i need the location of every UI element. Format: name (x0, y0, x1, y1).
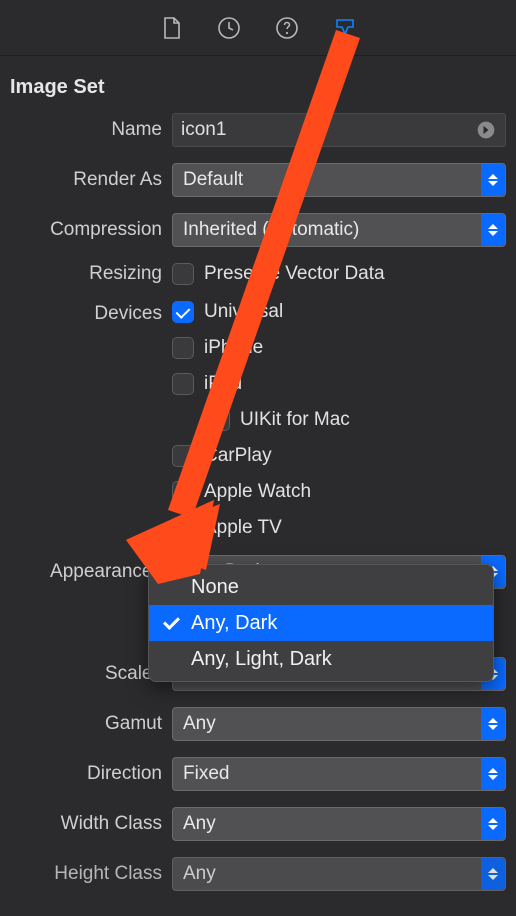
form-rows: Name icon1 Render As Default (0, 113, 516, 891)
compression-value: Inherited (Automatic) (183, 219, 359, 241)
section-header: Image Set (0, 56, 516, 113)
preserve-vector-label: Preserve Vector Data (204, 263, 385, 285)
menu-item-label: None (191, 576, 239, 599)
stepper-icon (481, 858, 505, 890)
device-item: CarPlay (172, 445, 350, 467)
menu-item-label: Any, Dark (191, 612, 277, 635)
stepper-icon (481, 214, 505, 246)
device-item: Apple Watch (172, 481, 350, 503)
device-item: Apple TV (172, 517, 350, 539)
stepper-icon (481, 164, 505, 196)
download-tab-icon[interactable] (333, 16, 357, 40)
devices-label: Devices (10, 301, 162, 325)
device-checkbox-uikit-mac[interactable] (208, 409, 230, 431)
resizing-label: Resizing (10, 263, 162, 285)
height-class-label: Height Class (10, 863, 162, 885)
device-label: iPhone (204, 337, 263, 359)
history-tab-icon[interactable] (217, 16, 241, 40)
render-as-select[interactable]: Default (172, 163, 506, 197)
device-item: UIKit for Mac (208, 409, 350, 431)
height-class-value: Any (183, 863, 216, 885)
menu-item-any-light-dark[interactable]: Any, Light, Dark (149, 641, 493, 677)
width-class-label: Width Class (10, 813, 162, 835)
width-class-select[interactable]: Any (172, 807, 506, 841)
gamut-label: Gamut (10, 713, 162, 735)
gamut-select[interactable]: Any (172, 707, 506, 741)
render-as-label: Render As (10, 169, 162, 191)
gamut-value: Any (183, 713, 216, 735)
width-class-value: Any (183, 813, 216, 835)
stepper-icon (481, 708, 505, 740)
name-field[interactable]: icon1 (172, 113, 506, 147)
stepper-icon (481, 808, 505, 840)
name-jump-icon[interactable] (475, 119, 497, 141)
stepper-icon (481, 758, 505, 790)
device-checkbox-ipad[interactable] (172, 373, 194, 395)
inspector-tabbar (0, 0, 516, 56)
compression-label: Compression (10, 219, 162, 241)
device-checkbox-applewatch[interactable] (172, 481, 194, 503)
device-item: iPhone (172, 337, 350, 359)
device-checkbox-iphone[interactable] (172, 337, 194, 359)
appearances-label: Appearances (10, 561, 162, 583)
device-checkbox-carplay[interactable] (172, 445, 194, 467)
device-label: CarPlay (204, 445, 272, 467)
name-value: icon1 (181, 119, 475, 141)
devices-list: Universal iPhone iPad UIKit for Mac (172, 301, 350, 539)
device-checkbox-universal[interactable] (172, 301, 194, 323)
menu-item-none[interactable]: None (149, 569, 493, 605)
height-class-select[interactable]: Any (172, 857, 506, 891)
direction-value: Fixed (183, 763, 229, 785)
preserve-vector-checkbox[interactable] (172, 263, 194, 285)
help-tab-icon[interactable] (275, 16, 299, 40)
device-item: iPad (172, 373, 350, 395)
device-checkbox-appletv[interactable] (172, 517, 194, 539)
appearances-menu: None Any, Dark Any, Light, Dark (148, 564, 494, 682)
device-item: Universal (172, 301, 350, 323)
direction-label: Direction (10, 763, 162, 785)
menu-item-label: Any, Light, Dark (191, 648, 332, 671)
device-label: UIKit for Mac (240, 409, 350, 431)
name-label: Name (10, 119, 162, 141)
device-label: iPad (204, 373, 242, 395)
direction-select[interactable]: Fixed (172, 757, 506, 791)
menu-item-any-dark[interactable]: Any, Dark (149, 605, 493, 641)
device-label: Universal (204, 301, 283, 323)
compression-select[interactable]: Inherited (Automatic) (172, 213, 506, 247)
file-tab-icon[interactable] (159, 16, 183, 40)
device-label: Apple Watch (204, 481, 311, 503)
scales-label: Scales (10, 663, 162, 685)
render-as-value: Default (183, 169, 243, 191)
device-label: Apple TV (204, 517, 282, 539)
